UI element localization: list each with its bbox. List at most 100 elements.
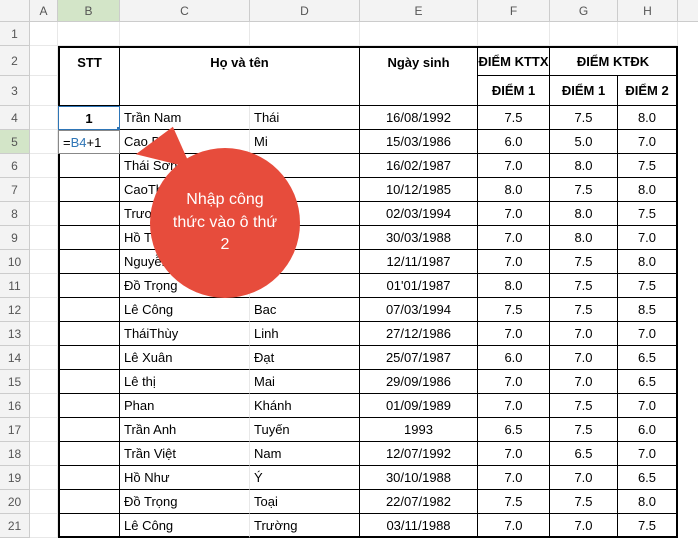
cell-B11[interactable] — [58, 274, 120, 298]
cell-F20[interactable]: 7.5 — [478, 490, 550, 514]
cell-A8[interactable] — [30, 202, 58, 226]
col-header-C[interactable]: C — [120, 0, 250, 21]
cell-E13[interactable]: 27/12/1986 — [360, 322, 478, 346]
cell-B8[interactable] — [58, 202, 120, 226]
cell-A21[interactable] — [30, 514, 58, 538]
cell-B4[interactable]: 1 — [58, 106, 120, 130]
cell-G10[interactable]: 7.5 — [550, 250, 618, 274]
cell-E14[interactable]: 25/07/1987 — [360, 346, 478, 370]
cell-D13[interactable]: Linh — [250, 322, 360, 346]
cell-A16[interactable] — [30, 394, 58, 418]
row-header-12[interactable]: 12 — [0, 298, 30, 322]
cell-E12[interactable]: 07/03/1994 — [360, 298, 478, 322]
cell-G18[interactable]: 6.5 — [550, 442, 618, 466]
cell-H1[interactable] — [618, 22, 678, 46]
cell-G13[interactable]: 7.0 — [550, 322, 618, 346]
row-header-21[interactable]: 21 — [0, 514, 30, 538]
cell-H9[interactable]: 7.0 — [618, 226, 678, 250]
cell-F9[interactable]: 7.0 — [478, 226, 550, 250]
cell-G21[interactable]: 7.0 — [550, 514, 618, 538]
cell-D17[interactable]: Tuyến — [250, 418, 360, 442]
cell-D21[interactable]: Trường — [250, 514, 360, 538]
cell-C21[interactable]: Lê Công — [120, 514, 250, 538]
cell-B19[interactable] — [58, 466, 120, 490]
cell-F18[interactable]: 7.0 — [478, 442, 550, 466]
cell-H14[interactable]: 6.5 — [618, 346, 678, 370]
cell-C12[interactable]: Lê Công — [120, 298, 250, 322]
header-ktdk[interactable]: ĐIỂM KTĐK — [550, 46, 678, 76]
cell-F11[interactable]: 8.0 — [478, 274, 550, 298]
cell-A19[interactable] — [30, 466, 58, 490]
header-diem1-g[interactable]: ĐIỂM 1 — [550, 76, 618, 106]
cell-G19[interactable]: 7.0 — [550, 466, 618, 490]
cell-E1[interactable] — [360, 22, 478, 46]
cell-B14[interactable] — [58, 346, 120, 370]
cell-E9[interactable]: 30/03/1988 — [360, 226, 478, 250]
cell-B18[interactable] — [58, 442, 120, 466]
cell-B5-formula[interactable]: =B4+1 — [58, 130, 120, 154]
cell-D1[interactable] — [250, 22, 360, 46]
cell-B9[interactable] — [58, 226, 120, 250]
cell-C16[interactable]: Phan — [120, 394, 250, 418]
cell-E19[interactable]: 30/10/1988 — [360, 466, 478, 490]
col-header-F[interactable]: F — [478, 0, 550, 21]
row-header-17[interactable]: 17 — [0, 418, 30, 442]
cell-A6[interactable] — [30, 154, 58, 178]
col-header-B[interactable]: B — [58, 0, 120, 21]
row-header-9[interactable]: 9 — [0, 226, 30, 250]
cell-H18[interactable]: 7.0 — [618, 442, 678, 466]
cell-G16[interactable]: 7.5 — [550, 394, 618, 418]
cell-A11[interactable] — [30, 274, 58, 298]
cell-B10[interactable] — [58, 250, 120, 274]
cell-C20[interactable]: Đồ Trọng — [120, 490, 250, 514]
row-header-20[interactable]: 20 — [0, 490, 30, 514]
cell-A13[interactable] — [30, 322, 58, 346]
cell-E11[interactable]: 01'01/1987 — [360, 274, 478, 298]
cell-B6[interactable] — [58, 154, 120, 178]
row-header-19[interactable]: 19 — [0, 466, 30, 490]
cell-A7[interactable] — [30, 178, 58, 202]
cell-A18[interactable] — [30, 442, 58, 466]
cell-F17[interactable]: 6.5 — [478, 418, 550, 442]
cell-H16[interactable]: 7.0 — [618, 394, 678, 418]
cell-E4[interactable]: 16/08/1992 — [360, 106, 478, 130]
cell-A12[interactable] — [30, 298, 58, 322]
col-header-D[interactable]: D — [250, 0, 360, 21]
row-header-11[interactable]: 11 — [0, 274, 30, 298]
row-header-8[interactable]: 8 — [0, 202, 30, 226]
cell-B15[interactable] — [58, 370, 120, 394]
cell-C18[interactable]: Trần Việt — [120, 442, 250, 466]
cell-G6[interactable]: 8.0 — [550, 154, 618, 178]
cell-E8[interactable]: 02/03/1994 — [360, 202, 478, 226]
cell-E7[interactable]: 10/12/1985 — [360, 178, 478, 202]
cell-A3[interactable] — [30, 76, 58, 106]
row-header-3[interactable]: 3 — [0, 76, 30, 106]
cell-D14[interactable]: Đạt — [250, 346, 360, 370]
cell-A5[interactable] — [30, 130, 58, 154]
cell-G8[interactable]: 8.0 — [550, 202, 618, 226]
cell-H13[interactable]: 7.0 — [618, 322, 678, 346]
cell-F1[interactable] — [478, 22, 550, 46]
header-kttx[interactable]: ĐIỂM KTTX — [478, 46, 550, 76]
cell-E18[interactable]: 12/07/1992 — [360, 442, 478, 466]
cell-F4[interactable]: 7.5 — [478, 106, 550, 130]
cell-G17[interactable]: 7.5 — [550, 418, 618, 442]
cell-A4[interactable] — [30, 106, 58, 130]
cell-A20[interactable] — [30, 490, 58, 514]
cell-B7[interactable] — [58, 178, 120, 202]
cell-G12[interactable]: 7.5 — [550, 298, 618, 322]
cell-B13[interactable] — [58, 322, 120, 346]
header-diem1-f[interactable]: ĐIỂM 1 — [478, 76, 550, 106]
cell-F15[interactable]: 7.0 — [478, 370, 550, 394]
cell-B17[interactable] — [58, 418, 120, 442]
row-header-2[interactable]: 2 — [0, 46, 30, 76]
cell-B1[interactable] — [58, 22, 120, 46]
cell-B20[interactable] — [58, 490, 120, 514]
cell-C17[interactable]: Trần Anh — [120, 418, 250, 442]
cell-H5[interactable]: 7.0 — [618, 130, 678, 154]
header-diem2-h[interactable]: ĐIỂM 2 — [618, 76, 678, 106]
cell-G11[interactable]: 7.5 — [550, 274, 618, 298]
cell-B21[interactable] — [58, 514, 120, 538]
cell-F21[interactable]: 7.0 — [478, 514, 550, 538]
row-header-10[interactable]: 10 — [0, 250, 30, 274]
